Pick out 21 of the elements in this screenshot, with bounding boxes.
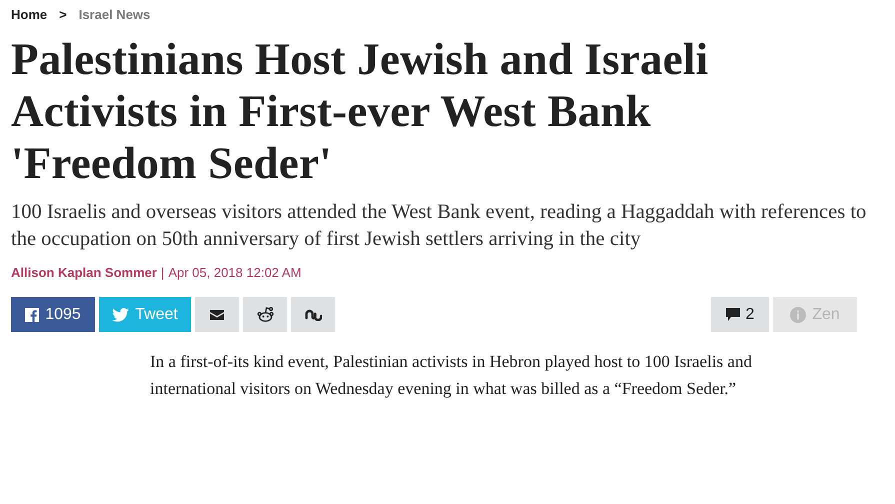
- envelope-icon: [210, 310, 224, 320]
- article-paragraph: In a first-of-its kind event, Palestinian activists in Hebron played host to 100 Israelis and international visitors on Wednesday evening in what was billed as a “Freedom Seder.”: [150, 351, 753, 400]
- stumbleupon-share-button[interactable]: [291, 297, 335, 332]
- alien-face-icon: [256, 307, 274, 322]
- breadcrumb-link[interactable]: Home: [11, 7, 48, 22]
- speech-bubble-icon: [726, 308, 740, 321]
- headline: Palestinians Host Jewish and Israeli Activists in First-ever West Bank 'Freedom Seder': [11, 33, 710, 189]
- byline-separator: |: [160, 264, 164, 280]
- email-share-button[interactable]: [195, 297, 239, 332]
- comments-button[interactable]: 2: [711, 297, 769, 332]
- stumble-icon: [304, 308, 322, 320]
- breadcrumb-separator: >: [59, 7, 67, 22]
- facebook-share-button[interactable]: 1095: [11, 297, 95, 332]
- info-icon: [790, 306, 806, 322]
- reddit-share-button[interactable]: [243, 297, 287, 332]
- subheadline: 100 Israelis and overseas visitors attended the West Bank event, reading a Haggaddah with references to the occupation on 50th anniversary of first Jewish settlers arriving in the city: [11, 200, 868, 252]
- breadcrumb-link[interactable]: Israel News: [78, 7, 150, 22]
- publish-date: Apr 05, 2018 12:02 AM: [168, 264, 302, 280]
- bird-icon: [112, 308, 130, 322]
- author-link[interactable]: Allison Kaplan Sommer: [11, 264, 157, 280]
- facebook-icon: [25, 308, 40, 322]
